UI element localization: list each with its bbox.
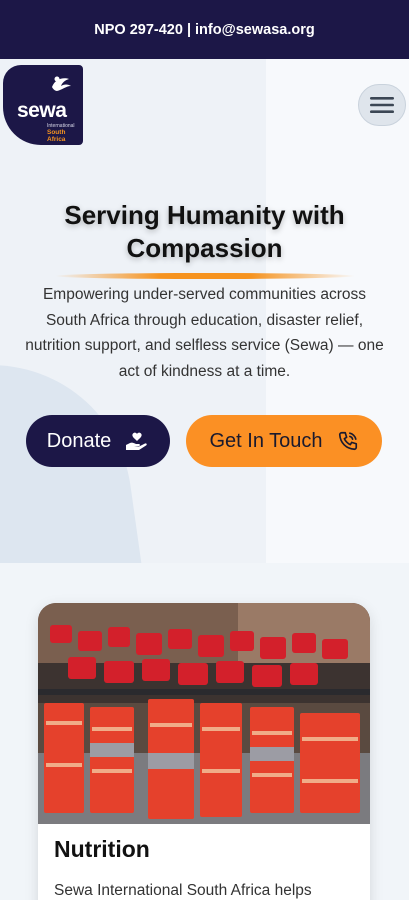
get-in-touch-button[interactable]: Get In Touch: [186, 415, 382, 467]
get-in-touch-label: Get In Touch: [209, 429, 323, 452]
phone-icon: [338, 431, 357, 451]
hero-description: Empowering under-served communities acro…: [25, 286, 384, 380]
top-contact-bar: NPO 297-420 | info@sewasa.org: [0, 0, 409, 59]
sewa-logo[interactable]: sewa International South Africa: [3, 65, 83, 145]
title-underline: [55, 273, 355, 279]
hand-heart-icon: [126, 432, 147, 450]
nutrition-card[interactable]: Nutrition Sewa International South Afric…: [38, 603, 370, 900]
dove-icon: [52, 76, 71, 91]
menu-button[interactable]: [358, 84, 406, 126]
food-parcels-photo: [38, 603, 370, 824]
hero-title: Serving Humanity with Compassion: [64, 200, 345, 263]
donate-button[interactable]: Donate: [26, 415, 170, 467]
logo-subtitle-2: South Africa: [47, 129, 66, 143]
card-title: Nutrition: [54, 836, 150, 862]
logo-wordmark: sewa: [17, 99, 67, 122]
hero-section: sewa International South Africa Serving …: [0, 59, 409, 563]
donate-label: Donate: [46, 429, 112, 452]
contact-text[interactable]: NPO 297-420 | info@sewasa.org: [94, 22, 314, 38]
photo-illustration: [38, 603, 370, 824]
card-text: Sewa International South Africa helps: [54, 882, 312, 899]
hamburger-icon: [370, 97, 394, 113]
